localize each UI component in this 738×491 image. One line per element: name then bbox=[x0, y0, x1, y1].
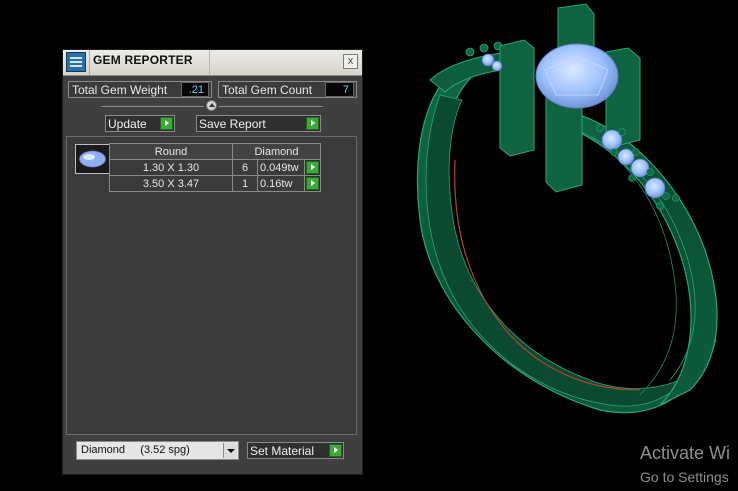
ring-center-line bbox=[454, 159, 641, 391]
play-arrow-icon bbox=[306, 117, 319, 130]
divider bbox=[219, 106, 323, 107]
activation-watermark-subtitle: Go to Settings bbox=[640, 469, 729, 485]
save-report-button[interactable]: Save Report bbox=[196, 115, 321, 132]
header-material: Diamond bbox=[232, 143, 321, 160]
activation-watermark-title: Activate Wi bbox=[640, 443, 731, 463]
update-button-label: Update bbox=[108, 117, 147, 131]
play-arrow-icon[interactable] bbox=[306, 161, 319, 174]
table-row[interactable]: 3.50 X 3.47 1 0.16tw bbox=[109, 175, 321, 192]
gem-reporter-icon bbox=[66, 52, 86, 72]
gem-size: 3.50 X 3.47 bbox=[109, 175, 233, 192]
table-row[interactable]: 1.30 X 1.30 6 0.049tw bbox=[109, 159, 321, 176]
round-gem-icon[interactable] bbox=[75, 144, 110, 174]
gem-reporter-panel: GEM REPORTER x Total Gem Weight .21 Tota… bbox=[62, 49, 363, 475]
header-cut: Round bbox=[109, 143, 233, 160]
set-material-button-label: Set Material bbox=[250, 444, 315, 458]
play-arrow-icon bbox=[329, 444, 342, 457]
total-gem-weight-value: .21 bbox=[181, 82, 209, 97]
material-select[interactable]: Diamond (3.52 spg) bbox=[76, 441, 239, 460]
panel-title: GEM REPORTER bbox=[93, 53, 193, 67]
save-report-button-label: Save Report bbox=[199, 117, 266, 131]
dropdown-arrow-icon[interactable] bbox=[223, 443, 237, 458]
gem-count: 6 bbox=[232, 159, 258, 176]
divider bbox=[101, 106, 204, 107]
gem-weight: 0.16tw bbox=[257, 175, 305, 192]
material-select-value: Diamond (3.52 spg) bbox=[81, 444, 190, 456]
gem-count: 1 bbox=[232, 175, 258, 192]
total-gem-count-value: 7 bbox=[325, 82, 354, 97]
collapse-icon[interactable] bbox=[206, 100, 217, 111]
gem-table: Round Diamond 1.30 X 1.30 6 0.049tw 3.50… bbox=[109, 143, 321, 192]
gem-weight: 0.049tw bbox=[257, 159, 305, 176]
panel-titlebar[interactable]: GEM REPORTER x bbox=[63, 50, 362, 76]
close-icon[interactable]: x bbox=[343, 54, 358, 69]
gem-list-area: Round Diamond 1.30 X 1.30 6 0.049tw 3.50… bbox=[66, 136, 357, 435]
gem-size: 1.30 X 1.30 bbox=[109, 159, 233, 176]
update-button[interactable]: Update bbox=[105, 115, 175, 132]
table-header-row: Round Diamond bbox=[109, 143, 321, 160]
play-arrow-icon bbox=[160, 117, 173, 130]
set-material-button[interactable]: Set Material bbox=[247, 442, 344, 459]
play-arrow-icon[interactable] bbox=[306, 177, 319, 190]
